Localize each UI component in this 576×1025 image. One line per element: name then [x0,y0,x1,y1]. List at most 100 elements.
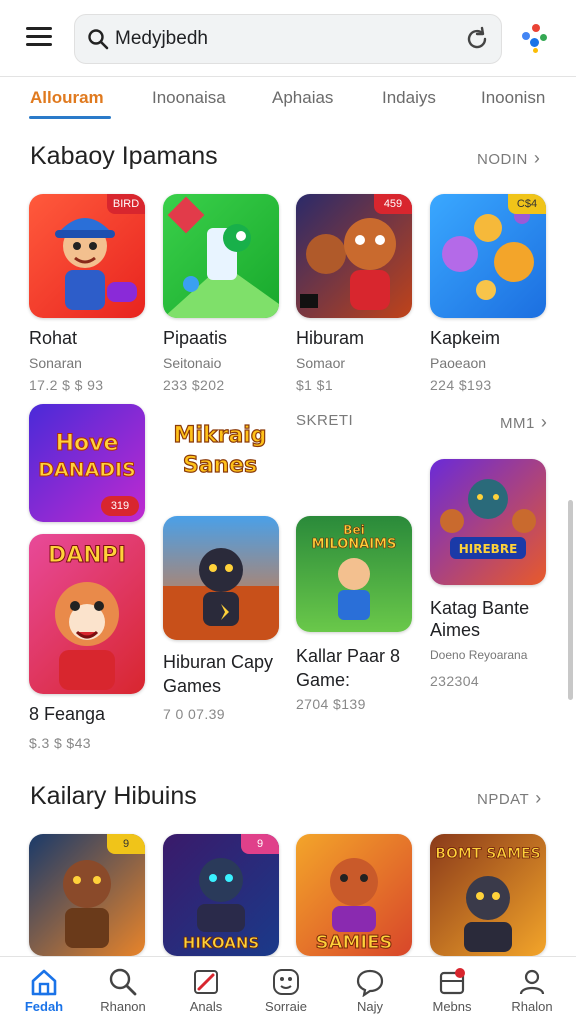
section-title: Kabaoy Ipamans [30,142,218,170]
app-developer: Paoeaon [430,355,487,371]
nav-label: Najy [356,999,383,1014]
app-card[interactable]: HIREBRE Katag Bante Aimes Doeno Reyoaran… [430,459,560,689]
app-card[interactable]: DANPI 8 Feanga $.3 $ $43 [29,534,159,751]
scrollbar[interactable] [568,500,573,700]
app-badge: 319 [101,496,139,516]
app-name: Kallar Paar 8 Game: [296,646,401,690]
app-card[interactable]: Hiburan Capy Games 7 0 07.39 [163,516,293,722]
app-card[interactable]: 9 [29,834,159,956]
app-icon: Bei MILONAIMS [296,516,412,632]
app-card[interactable]: BOMT SAMES [430,834,560,956]
app-name: Rohat [29,328,78,348]
app-icon: 9 [29,834,145,956]
more-label: NPDAT [477,791,530,808]
app-card[interactable]: HIKOANS 9 [163,834,293,956]
tab-inoonaisa[interactable]: Inoonaisa [152,88,226,108]
nav-item-search[interactable]: Rhanon [87,957,159,1025]
refresh-icon[interactable] [463,25,491,53]
art-text-bei: Bei [343,523,364,537]
app-developer: Sonaran [29,355,82,371]
nav-item-sorraie[interactable]: Sorraie [250,957,322,1025]
app-icon: DANPI [29,534,145,694]
art-text-bomt-sames: BOMT SAMES [435,846,540,862]
app-name: Hiburan Capy Games [163,652,274,696]
app-icon: HIREBRE [430,459,546,585]
app-developer: Somaor [296,355,346,371]
section-title: Kailary Hibuins [30,782,197,810]
app-badge: 459 [374,194,412,214]
nav-item-anals[interactable]: Anals [170,957,242,1025]
nav-label: Mebns [432,999,472,1014]
art-text-hove: Hove [56,431,119,456]
mini-section-title: SKRETI [296,412,354,429]
search-icon [88,29,109,50]
character-art: SAMIES [315,858,393,954]
tab-inoonisn[interactable]: Inoonisn [481,88,545,108]
app-card[interactable]: 459 Hiburam Somaor $1 $1 [296,194,426,393]
app-price: 224 $193 [430,377,492,393]
app-developer: Doeno Reyoarana [430,648,528,662]
app-icon: 459 [296,194,412,318]
bottom-navigation: Fedah Rhanon Anals Sorraie Najy Mebns Rh… [0,956,576,1025]
nav-item-najy[interactable]: Najy [334,957,406,1025]
smile-icon [273,969,299,995]
app-icon: BIRD [29,194,145,318]
app-name: Pipaatis [163,328,228,348]
tab-allouram[interactable]: Allouram [30,88,104,108]
app-card[interactable]: C$4 Kapkeim Paoeaon 224 $193 [430,194,560,393]
app-badge: 9 [241,834,279,854]
nav-item-home[interactable]: Fedah [8,957,80,1025]
more-label: MM1 [500,415,535,432]
app-card[interactable]: BIRD Rohat Sonaran 17.2 $ $ 93 [29,194,159,393]
app-price: 2704 $139 [296,696,366,712]
app-card[interactable]: Hove DANADIS 319 [29,404,159,522]
app-price: $.3 $ $43 [29,735,91,751]
app-price: 233 $202 [163,377,225,393]
search-input[interactable]: Medyjbedh [115,28,208,50]
assistant-icon[interactable] [520,24,550,54]
search-icon [109,968,137,996]
search-bar[interactable]: Medyjbedh [74,14,502,64]
chevron-right-icon: › [535,788,542,808]
app-card[interactable]: Bei MILONAIMS Kallar Paar 8 Game: 2704 $… [296,516,426,712]
app-card[interactable]: Pipaatis Seitonaio 233 $202 [163,194,293,393]
nav-label: Fedah [24,999,64,1014]
inbox-icon [439,968,465,995]
app-badge: BIRD [107,194,145,214]
character-art: Bei MILONAIMS [311,523,397,620]
title-art-logo: Mikraig Sanes [173,422,267,478]
nav-label: Anals [189,999,223,1014]
more-label: NODIN [477,151,528,168]
section-more-link[interactable]: NPDAT › [477,788,542,809]
pencil-icon [194,970,218,994]
dog-character-art: DANPI [47,543,127,690]
nav-item-profile[interactable]: Rhalon [496,957,568,1025]
character-art: BOMT SAMES [435,846,541,952]
tab-aphaias[interactable]: Aphaias [272,88,333,108]
art-text-danadis: DANADIS [38,459,136,481]
app-card[interactable]: SAMIES [296,834,426,956]
chevron-right-icon: › [540,412,548,432]
art-text-sanes: Sanes [183,453,257,478]
app-icon: HIKOANS 9 [163,834,279,956]
app-icon: SAMIES [296,834,412,956]
featured-title-art[interactable]: Mikraig Sanes [162,408,280,488]
hamburger-menu-icon[interactable] [26,27,52,47]
character-art [163,548,279,640]
nav-item-mebns[interactable]: Mebns [416,957,488,1025]
nav-label: Rhalon [511,999,553,1014]
app-icon [163,194,279,318]
app-name: Hiburam [296,328,365,348]
mini-section-more[interactable]: MM1 › [500,412,547,433]
app-badge: 9 [107,834,145,854]
app-name: Katag Bante Aimes [430,598,530,640]
section-more-link[interactable]: NODIN › [477,148,540,169]
app-price: 232304 [430,673,480,689]
chat-icon [356,969,384,997]
app-icon: C$4 [430,194,546,318]
home-icon [31,969,57,996]
app-icon: Hove DANADIS 319 [29,404,145,522]
profile-icon [519,969,545,995]
top-bar: Medyjbedh [0,0,576,77]
tab-indaiys[interactable]: Indaiys [382,88,436,108]
